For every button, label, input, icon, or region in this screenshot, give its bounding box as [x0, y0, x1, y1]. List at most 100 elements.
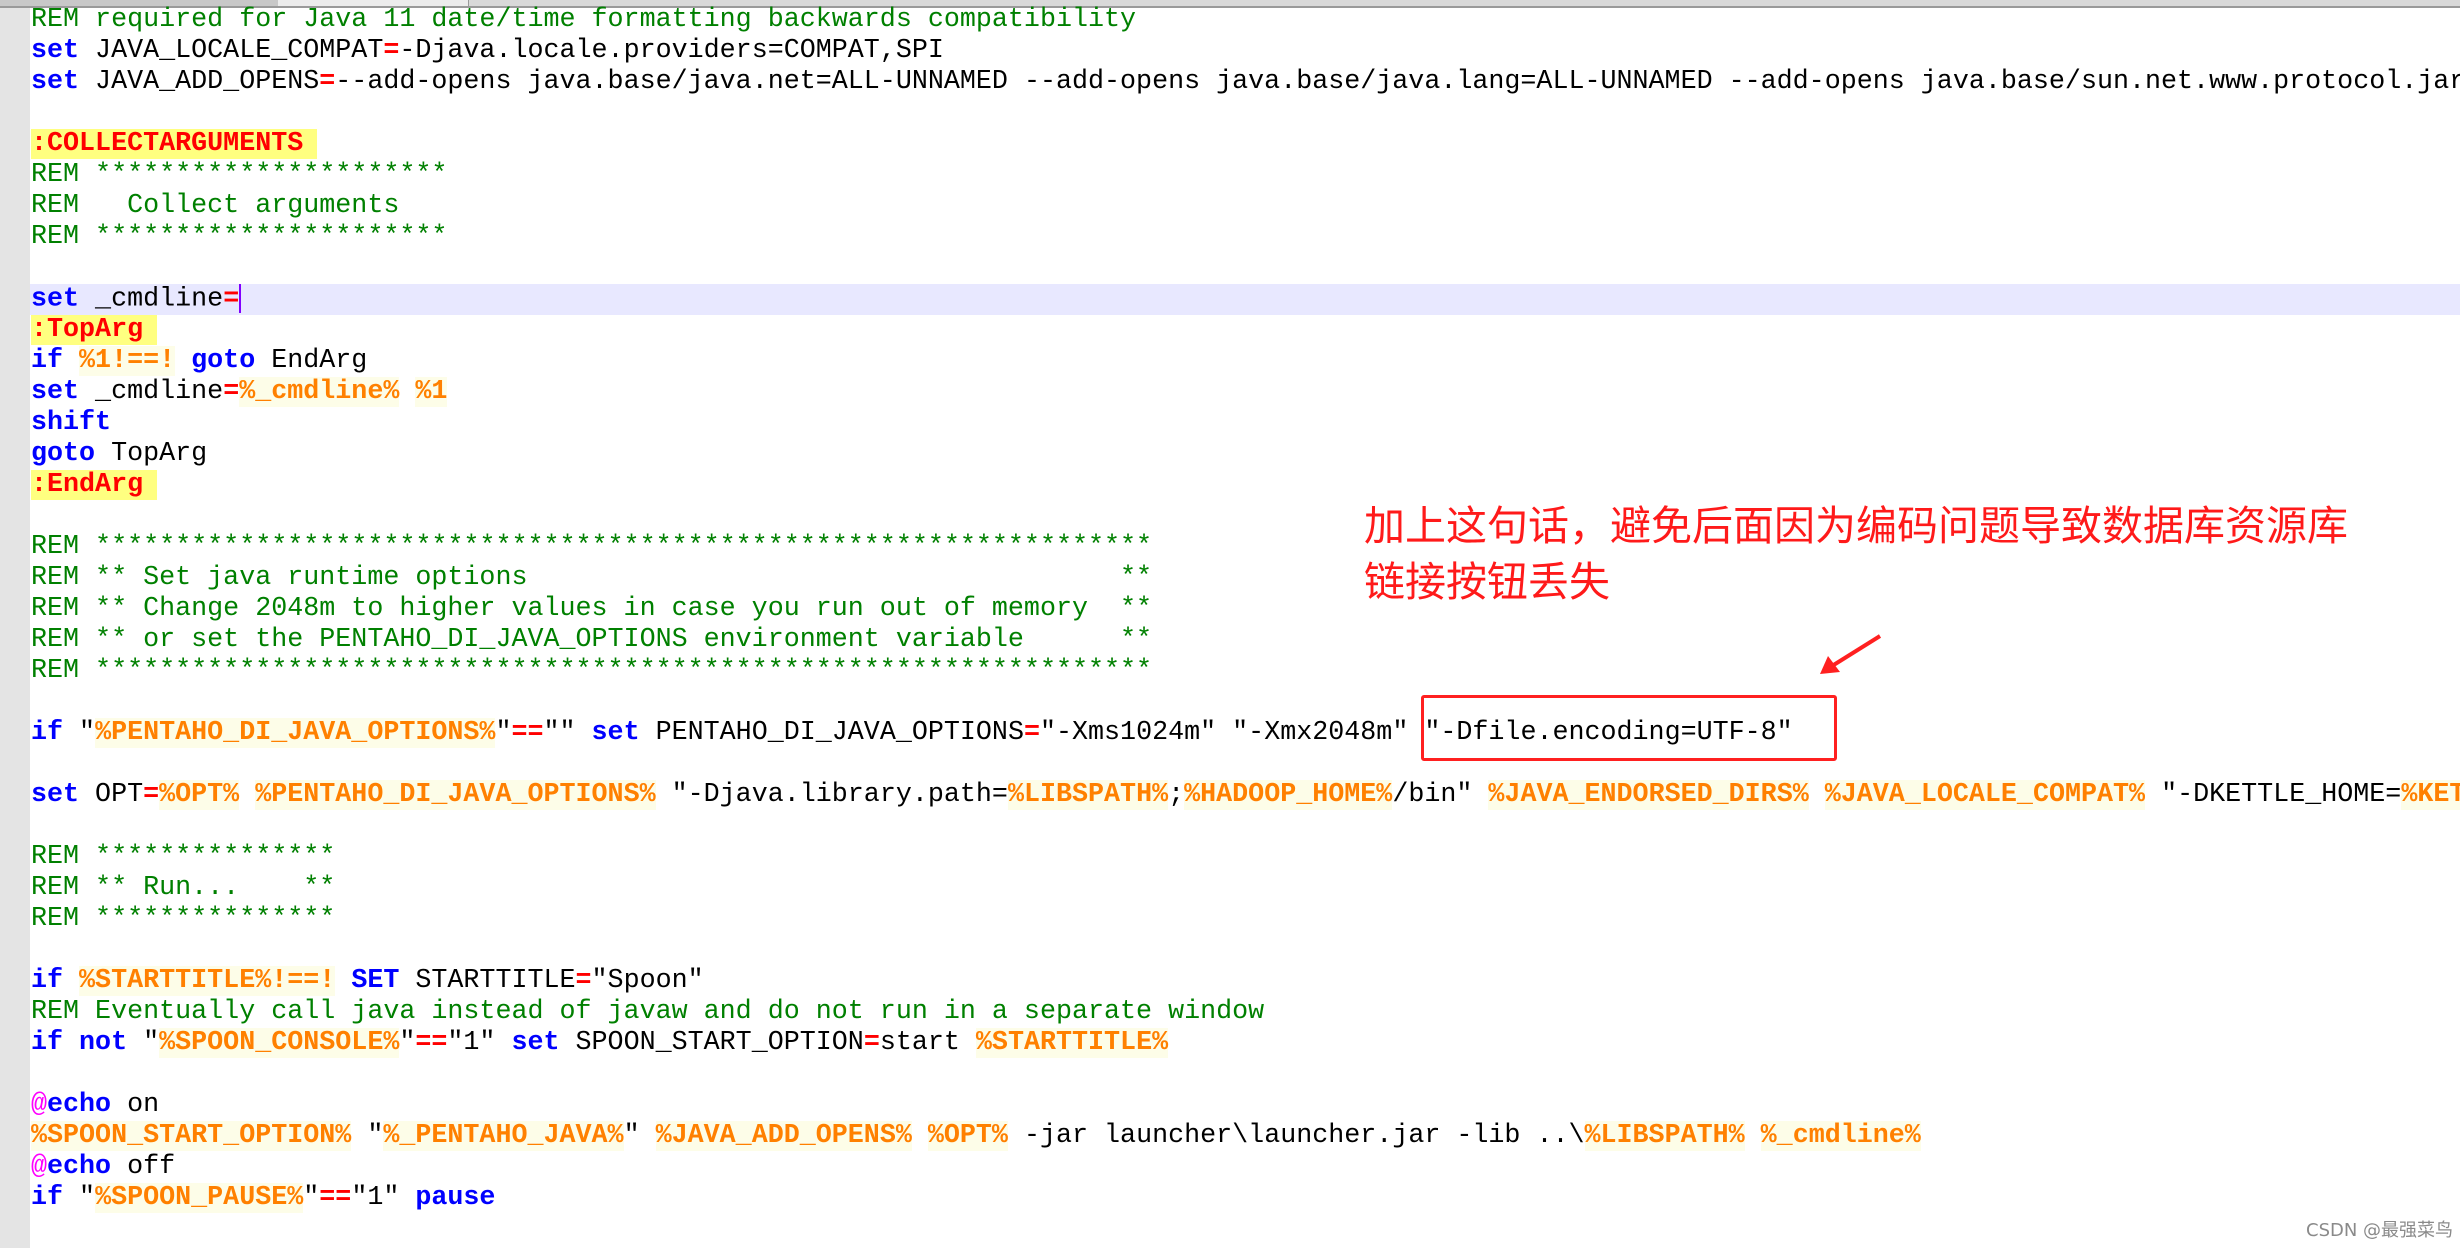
variable-token: %HADOOP_HOME%: [1184, 780, 1393, 810]
code-line[interactable]: set _cmdline=: [30, 284, 2460, 315]
code-line[interactable]: REM ** Run... **: [30, 873, 2460, 904]
code-line[interactable]: REM Collect arguments: [30, 191, 2460, 222]
keyword-token: pause: [415, 1183, 496, 1213]
code-line[interactable]: if %STARTTITLE%!==! SET STARTTITLE="Spoo…: [30, 966, 2460, 997]
variable-token: %PENTAHO_DI_JAVA_OPTIONS%: [255, 780, 656, 810]
code-line[interactable]: [30, 1059, 2460, 1090]
code-line[interactable]: set JAVA_ADD_OPENS=--add-opens java.base…: [30, 67, 2460, 98]
code-line[interactable]: :COLLECTARGUMENTS: [30, 129, 2460, 160]
code-line[interactable]: shift: [30, 408, 2460, 439]
operator-token: =: [383, 36, 400, 66]
keyword-token: if: [31, 966, 64, 996]
code-line[interactable]: goto TopArg: [30, 439, 2460, 470]
variable-token: %JAVA_LOCALE_COMPAT%: [1824, 780, 2146, 810]
operator-token: =: [143, 780, 160, 810]
code-line[interactable]: :EndArg: [30, 470, 2460, 501]
code-line[interactable]: [30, 749, 2460, 780]
text-token: ": [623, 1121, 656, 1151]
text-token: ": [303, 1183, 320, 1213]
text-token: "Spoon": [591, 966, 704, 996]
text-token: ": [63, 718, 96, 748]
variable-token: %_cmdline%: [239, 377, 400, 407]
operator-token: =: [575, 966, 592, 996]
code-line[interactable]: [30, 253, 2460, 284]
code-line[interactable]: REM **********************: [30, 160, 2460, 191]
variable-token: %1: [415, 377, 448, 407]
operator-token: =: [319, 67, 336, 97]
code-line[interactable]: REM required for Java 11 date/time forma…: [30, 5, 2460, 36]
code-line[interactable]: set JAVA_LOCALE_COMPAT=-Djava.locale.pro…: [30, 36, 2460, 67]
code-line[interactable]: %SPOON_START_OPTION% "%_PENTAHO_JAVA%" %…: [30, 1121, 2460, 1152]
comment-token: REM ***************: [31, 842, 336, 872]
at-sign-token: @: [31, 1152, 48, 1182]
operator-token: ==: [511, 718, 544, 748]
code-line[interactable]: if "%SPOON_PAUSE%"=="1" pause: [30, 1183, 2460, 1214]
keyword-token: echo: [47, 1090, 112, 1120]
text-token: ": [63, 1183, 96, 1213]
text-token: ": [399, 1028, 416, 1058]
operator-token: =: [223, 377, 240, 407]
code-line[interactable]: REM ** or set the PENTAHO_DI_JAVA_OPTION…: [30, 625, 2460, 656]
code-line[interactable]: REM **********************: [30, 222, 2460, 253]
variable-token: %_cmdline%: [1760, 1121, 1921, 1151]
comment-token: REM required for Java 11 date/time forma…: [31, 5, 1137, 35]
code-line[interactable]: if %1!==! goto EndArg: [30, 346, 2460, 377]
code-line[interactable]: [30, 687, 2460, 718]
text-token: JAVA_LOCALE_COMPAT: [79, 36, 384, 66]
variable-token: %OPT%: [927, 1121, 1008, 1151]
code-line[interactable]: REM ************************************…: [30, 656, 2460, 687]
text-token: _cmdline: [79, 284, 224, 315]
comment-token: REM ***************: [31, 904, 336, 934]
code-line[interactable]: @echo on: [30, 1090, 2460, 1121]
text-token: "-Djava.library.path=: [655, 780, 1008, 810]
code-line[interactable]: if "%PENTAHO_DI_JAVA_OPTIONS%"=="" set P…: [30, 718, 2460, 749]
code-line[interactable]: [30, 935, 2460, 966]
keyword-token: not: [79, 1028, 128, 1058]
text-token: start: [879, 1028, 976, 1058]
code-line[interactable]: REM ***************: [30, 842, 2460, 873]
text-token: ": [127, 1028, 160, 1058]
code-line[interactable]: [30, 98, 2460, 129]
comment-token: REM **********************: [31, 222, 448, 252]
operator-token: =: [223, 284, 240, 315]
text-token: "-DKETTLE_HOME=: [2145, 780, 2402, 810]
code-line[interactable]: if not "%SPOON_CONSOLE%"=="1" set SPOON_…: [30, 1028, 2460, 1059]
text-token: on: [111, 1090, 160, 1120]
code-line[interactable]: set OPT=%OPT% %PENTAHO_DI_JAVA_OPTIONS% …: [30, 780, 2460, 811]
comment-token: REM ************************************…: [31, 532, 1153, 562]
variable-token: %OPT%: [159, 780, 240, 810]
text-token: "": [543, 718, 592, 748]
variable-token: %PENTAHO_DI_JAVA_OPTIONS%: [95, 718, 496, 748]
code-line[interactable]: @echo off: [30, 1152, 2460, 1183]
code-line[interactable]: REM ***************: [30, 904, 2460, 935]
comment-token: REM Collect arguments: [31, 191, 400, 221]
text-caret: [239, 284, 242, 313]
code-line[interactable]: [30, 811, 2460, 842]
keyword-token: SET: [351, 966, 400, 996]
text-token: ": [495, 718, 512, 748]
comment-token: REM ** Set java runtime options **: [31, 563, 1153, 593]
comment-token: REM ** Change 2048m to higher values in …: [31, 594, 1153, 624]
keyword-token: echo: [47, 1152, 112, 1182]
variable-token: %STARTTITLE%!==!: [79, 966, 336, 996]
keyword-token: set: [31, 67, 80, 97]
text-token: ;: [1168, 780, 1185, 810]
text-token: -jar launcher\launcher.jar -lib ..\: [1007, 1121, 1585, 1151]
keyword-token: set: [31, 377, 80, 407]
editor-gutter: [0, 8, 30, 1248]
code-line[interactable]: REM Eventually call java instead of java…: [30, 997, 2460, 1028]
variable-token: %1!==!: [79, 346, 176, 376]
code-line[interactable]: :TopArg: [30, 315, 2460, 346]
watermark: CSDN @最强菜鸟: [2306, 1220, 2454, 1241]
operator-token: ==: [415, 1028, 448, 1058]
code-line[interactable]: set _cmdline=%_cmdline% %1: [30, 377, 2460, 408]
operator-token: =: [1023, 718, 1040, 748]
text-token: /bin": [1392, 780, 1489, 810]
keyword-token: shift: [31, 408, 112, 438]
comment-token: REM Eventually call java instead of java…: [31, 997, 1265, 1027]
variable-token: %LIBSPATH%: [1007, 780, 1169, 810]
